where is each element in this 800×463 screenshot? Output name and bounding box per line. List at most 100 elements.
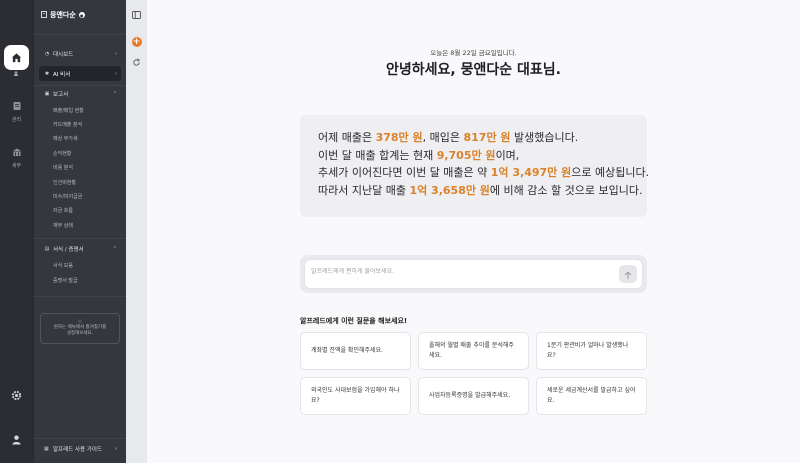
arrow-up-icon bbox=[624, 265, 632, 284]
suggestion-text: 사업자등록증명을 발급해주세요. bbox=[429, 392, 511, 399]
dashboard-icon: ◔ bbox=[44, 50, 50, 57]
summary-text: 으로 예상됩니다. bbox=[571, 166, 650, 179]
sidebar-subitem[interactable]: 증명서 발급 bbox=[53, 277, 78, 284]
sidebar-subitem[interactable]: 손익현황 bbox=[53, 150, 71, 157]
summary-text: 발생했습니다. bbox=[510, 131, 579, 144]
divider bbox=[34, 296, 127, 297]
suggestion-text: 올해의 월별 매출 추이를 분석해주세요. bbox=[429, 342, 514, 359]
sidebar-subitem[interactable]: 재무 상태 bbox=[53, 222, 73, 229]
guide-label: 알프레드 사용 가이드 bbox=[53, 446, 103, 453]
suggestion-card[interactable]: 사업자등록증명을 발급해주세요. bbox=[418, 377, 529, 415]
date-line: 오늘은 8월 22일 금요일입니다. bbox=[430, 49, 517, 57]
chat-input-container bbox=[300, 255, 647, 293]
brand-name: 뭉앤다순 bbox=[50, 11, 76, 19]
summary-line: 어제 매출은 378만 원, 매입은 817만 원 발생했습니다. bbox=[318, 129, 647, 147]
page-title: 안녕하세요, 뭉앤다순 대표님. bbox=[386, 62, 561, 78]
sidebar-section-label: 서식 / 증명서 bbox=[53, 246, 84, 253]
summary-text: 이며, bbox=[495, 148, 520, 162]
user-icon bbox=[11, 434, 22, 445]
summary-highlight: 817만 원 bbox=[463, 131, 511, 144]
refresh-icon bbox=[132, 52, 141, 71]
manage-button[interactable] bbox=[4, 93, 29, 118]
favorites-hint: ☆ 원하는 메뉴에서 즐겨찾기를 설정해보세요. bbox=[40, 313, 120, 344]
sidebar-item-dashboard[interactable]: ◔ 대시보드 › bbox=[39, 46, 121, 61]
divider bbox=[34, 34, 127, 35]
sidebar-subitem[interactable]: 자금 흐름 bbox=[53, 207, 73, 214]
summary-text: 이번 달 매출 합계는 현재 bbox=[318, 148, 437, 162]
sales-summary: 어제 매출은 378만 원, 매입은 817만 원 발생했습니다. 이번 달 매… bbox=[300, 115, 650, 217]
user-small-icon bbox=[13, 71, 19, 76]
suggestion-card[interactable]: 올해의 월별 매출 추이를 분석해주세요. bbox=[418, 332, 529, 370]
brand[interactable]: 뭉앤다순 ● bbox=[41, 10, 85, 20]
sidebar-subitem[interactable]: 예상 부가세 bbox=[53, 135, 78, 142]
toggle-sidebar-button[interactable] bbox=[131, 8, 142, 19]
chevron-right-icon: › bbox=[115, 70, 117, 77]
chevron-up-icon: ⌃ bbox=[112, 245, 117, 252]
summary-highlight: 9,705만 원 bbox=[436, 148, 496, 162]
summary-highlight: 1억 3,497만 원 bbox=[490, 166, 572, 179]
building-icon bbox=[12, 147, 22, 157]
sidebar-toggle-icon bbox=[132, 4, 141, 23]
rail-label-tax: 세무 bbox=[11, 163, 22, 169]
home-button[interactable] bbox=[4, 45, 29, 70]
sidebar-item-label: 대시보드 bbox=[53, 51, 74, 58]
gear-icon bbox=[11, 390, 22, 401]
chevron-right-icon: › bbox=[115, 50, 117, 57]
sidebar-subitem[interactable]: 미수/미지급금 bbox=[53, 193, 82, 200]
chevron-up-icon: ⌃ bbox=[112, 90, 117, 97]
summary-text: 에 비해 감소 할 것으로 보입니다. bbox=[489, 183, 643, 197]
sidebar-item-ai[interactable]: ✱ AI 비서 › bbox=[39, 66, 121, 81]
document-icon bbox=[12, 101, 22, 111]
sidebar-section-forms[interactable]: ▤ 서식 / 증명서 ⌃ bbox=[39, 241, 121, 256]
summary-highlight: 378만 원 bbox=[375, 131, 423, 144]
sidebar-item-label: AI 비서 bbox=[53, 71, 71, 78]
main-panel: 오늘은 8월 22일 금요일입니다. 안녕하세요, 뭉앤다순 대표님. 어제 매… bbox=[147, 0, 800, 463]
sidebar-section-reports[interactable]: ▣ 보고서 ⌃ bbox=[39, 86, 121, 101]
profile-button[interactable] bbox=[4, 427, 29, 452]
send-button[interactable] bbox=[619, 265, 637, 283]
refresh-button[interactable] bbox=[131, 56, 142, 67]
sidebar-subitem[interactable]: 서식 모음 bbox=[53, 262, 73, 269]
new-chat-button[interactable]: + bbox=[131, 36, 142, 47]
hint-line: 설정해보세요. bbox=[66, 331, 94, 336]
suggestion-text: 세로운 세금계산서를 발급하고 싶어요. bbox=[547, 387, 636, 404]
building-small-icon bbox=[41, 10, 47, 20]
summary-line: 따라서 지난달 매출 1억 3,658만 원에 비해 감소 할 것으로 보입니다… bbox=[318, 182, 647, 200]
divider bbox=[34, 438, 127, 439]
sidebar-subitem[interactable]: 비용 분석 bbox=[53, 164, 73, 171]
rail-label-manage: 관리 bbox=[11, 117, 22, 123]
suggestion-text: 1분기 판관비가 얼마나 발생했나요? bbox=[547, 342, 629, 359]
suggestion-text: 외국인도 사대보험을 가입해야 하나요? bbox=[311, 387, 400, 404]
home-icon bbox=[11, 52, 22, 63]
sidebar-section-label: 보고서 bbox=[53, 91, 69, 98]
suggestion-card[interactable]: 세로운 세금계산서를 발급하고 싶어요. bbox=[536, 377, 647, 415]
chevron-right-icon: › bbox=[115, 445, 117, 452]
summary-text: 따라서 지난달 매출 bbox=[318, 183, 410, 197]
summary-line: 추세가 이어진다면 이번 달 매출은 약 1억 3,497만 원으로 예상됩니다… bbox=[318, 164, 650, 182]
settings-button[interactable] bbox=[4, 383, 29, 408]
plus-icon: + bbox=[131, 36, 142, 47]
summary-text: 추세가 이어진다면 이번 달 매출은 약 bbox=[318, 166, 491, 179]
divider bbox=[34, 238, 127, 239]
sidebar-subitem[interactable]: 인건비현황 bbox=[53, 179, 76, 186]
tax-button[interactable] bbox=[4, 139, 29, 164]
sidebar-subitem[interactable]: 매출/매입 현황 bbox=[53, 107, 84, 114]
sidebar: 뭉앤다순 ● ◔ 대시보드 › ✱ AI 비서 › ▣ 보고서 ⌃ 매출/매입 … bbox=[33, 0, 127, 463]
suggestion-card[interactable]: 1분기 판관비가 얼마나 발생했나요? bbox=[536, 332, 647, 370]
brand-badge-icon: ● bbox=[78, 12, 85, 18]
report-icon: ▣ bbox=[44, 90, 50, 97]
summary-highlight: 1억 3,658만 원 bbox=[409, 183, 490, 197]
suggestion-card[interactable]: 계좌별 잔액을 확인해주세요. bbox=[300, 332, 411, 370]
summary-text: 어제 매출은 bbox=[318, 131, 376, 144]
summary-line: 이번 달 매출 합계는 현재 9,705만 원이며, bbox=[318, 147, 647, 165]
guide-link[interactable]: ▦ 알프레드 사용 가이드 › bbox=[39, 442, 121, 455]
suggestion-card[interactable]: 외국인도 사대보험을 가입해야 하나요? bbox=[300, 377, 411, 415]
summary-text: , 매입은 bbox=[422, 131, 464, 144]
sidebar-subitem[interactable]: 카드매출 분석 bbox=[53, 121, 82, 128]
suggestions-title: 알프레드에게 이런 질문을 해보세요! bbox=[300, 317, 408, 325]
suggestion-text: 계좌별 잔액을 확인해주세요. bbox=[311, 347, 383, 354]
chat-input[interactable] bbox=[311, 268, 611, 275]
chat-input-box bbox=[304, 259, 643, 289]
forms-icon: ▤ bbox=[44, 245, 50, 252]
icon-rail: 관리 세무 bbox=[0, 0, 33, 463]
